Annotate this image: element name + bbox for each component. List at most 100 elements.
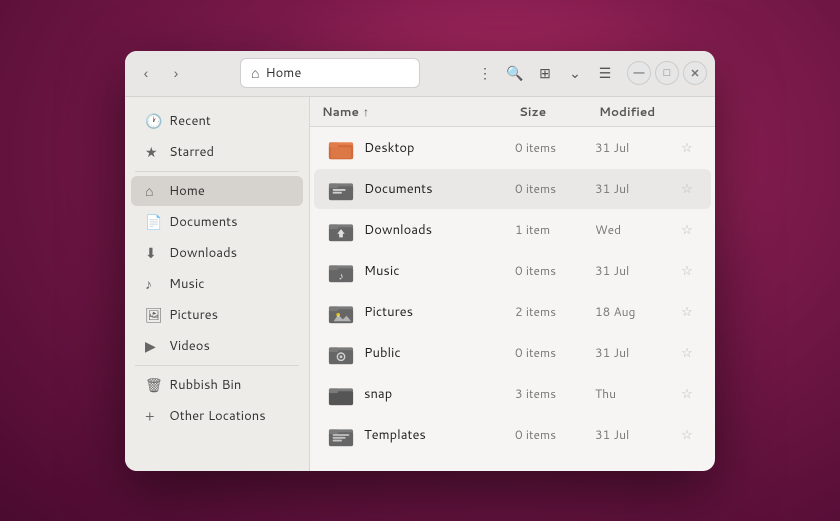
star-icon[interactable]: ☆ (675, 180, 699, 198)
file-modified: 31 Jul (595, 344, 675, 361)
table-row[interactable]: Documents 0 items 31 Jul ☆ (314, 169, 711, 209)
back-button[interactable]: ‹ (133, 60, 159, 86)
address-bar[interactable]: ⌂ Home (240, 58, 420, 88)
address-path: Home (265, 64, 301, 82)
close-button[interactable]: ✕ (683, 61, 707, 85)
folder-icon-wrap (326, 338, 356, 368)
content-area: Name ↑ Size Modified (310, 97, 715, 471)
sidebar-label-downloads: Downloads (169, 244, 237, 262)
file-size: 3 items (515, 385, 595, 402)
table-row[interactable]: Templates 0 items 31 Jul ☆ (314, 415, 711, 455)
sidebar: 🕐 Recent ★ Starred ⌂ Home 📄 Documents ⬇ (125, 97, 310, 471)
templates-folder-icon (328, 422, 354, 448)
sidebar-label-other: Other Locations (169, 407, 266, 425)
star-icon[interactable]: ☆ (675, 262, 699, 280)
forward-button[interactable]: › (163, 60, 189, 86)
toolbar-buttons: ⋮ 🔍 ⊞ ⌄ ☰ — □ ✕ (471, 59, 707, 87)
documents-folder-icon (328, 176, 354, 202)
titlebar: ‹ › ⌂ Home ⋮ 🔍 ⊞ ⌄ ☰ — □ ✕ (125, 51, 715, 97)
table-row[interactable]: Public 0 items 31 Jul ☆ (314, 333, 711, 373)
recent-icon: 🕐 (145, 111, 161, 131)
sidebar-item-videos[interactable]: ▶ Videos (131, 331, 303, 361)
file-modified: 18 Aug (595, 303, 675, 320)
nav-buttons: ‹ › (133, 60, 189, 86)
sidebar-item-music[interactable]: ♪ Music (131, 269, 303, 299)
pictures-folder-icon (328, 299, 354, 325)
sidebar-item-starred[interactable]: ★ Starred (131, 137, 303, 167)
file-manager-window: ‹ › ⌂ Home ⋮ 🔍 ⊞ ⌄ ☰ — □ ✕ � (125, 51, 715, 471)
file-size: 1 item (515, 221, 595, 238)
view-dropdown-button[interactable]: ⌄ (561, 59, 589, 87)
snap-folder-icon (328, 381, 354, 407)
maximize-button[interactable]: □ (655, 61, 679, 85)
window-controls: — □ ✕ (627, 61, 707, 85)
address-area: ⌂ Home (193, 58, 467, 88)
file-size: 0 items (515, 426, 595, 443)
col-name-header[interactable]: Name ↑ (322, 103, 519, 120)
folder-icon-wrap (326, 420, 356, 450)
rubbish-icon: 🗑 (145, 375, 161, 395)
table-row[interactable]: Desktop 0 items 31 Jul ☆ (314, 128, 711, 168)
sidebar-item-rubbish[interactable]: 🗑 Rubbish Bin (131, 370, 303, 400)
sidebar-label-home: Home (169, 182, 205, 200)
star-icon[interactable]: ☆ (675, 344, 699, 362)
star-icon[interactable]: ☆ (675, 221, 699, 239)
folder-icon-wrap (326, 297, 356, 327)
star-icon[interactable]: ☆ (675, 303, 699, 321)
view-list-button[interactable]: ☰ (591, 59, 619, 87)
sidebar-label-documents: Documents (169, 213, 238, 231)
sidebar-item-recent[interactable]: 🕐 Recent (131, 106, 303, 136)
sidebar-label-starred: Starred (169, 143, 214, 161)
sidebar-label-videos: Videos (169, 337, 210, 355)
view-grid-button[interactable]: ⊞ (531, 59, 559, 87)
sidebar-label-rubbish: Rubbish Bin (169, 376, 241, 394)
sidebar-item-documents[interactable]: 📄 Documents (131, 207, 303, 237)
music-folder-icon: ♪ (328, 258, 354, 284)
music-icon: ♪ (145, 274, 161, 294)
sidebar-label-music: Music (169, 275, 205, 293)
file-list: Desktop 0 items 31 Jul ☆ (310, 127, 715, 471)
folder-icon-wrap: ♪ (326, 256, 356, 286)
folder-icon-wrap (326, 133, 356, 163)
home-icon: ⌂ (251, 63, 259, 83)
sort-indicator: ↑ (363, 103, 369, 120)
file-name: Documents (364, 180, 515, 198)
sidebar-item-home[interactable]: ⌂ Home (131, 176, 303, 206)
other-icon: + (145, 406, 161, 426)
more-options-button[interactable]: ⋮ (471, 59, 499, 87)
file-modified: 31 Jul (595, 262, 675, 279)
file-size: 0 items (515, 180, 595, 197)
col-size-header: Size (519, 103, 599, 120)
table-row[interactable]: ♪ Music 0 items 31 Jul ☆ (314, 251, 711, 291)
column-headers: Name ↑ Size Modified (310, 97, 715, 127)
sidebar-item-downloads[interactable]: ⬇ Downloads (131, 238, 303, 268)
file-name: Pictures (364, 303, 515, 321)
pictures-icon: 🖼 (145, 305, 161, 325)
table-row[interactable]: Pictures 2 items 18 Aug ☆ (314, 292, 711, 332)
folder-icon-wrap (326, 215, 356, 245)
file-size: 0 items (515, 139, 595, 156)
sidebar-separator-2 (135, 365, 299, 366)
table-row[interactable]: snap 3 items Thu ☆ (314, 374, 711, 414)
file-name: Desktop (364, 139, 515, 157)
file-name: Templates (364, 426, 515, 444)
star-icon[interactable]: ☆ (675, 139, 699, 157)
svg-text:♪: ♪ (338, 269, 343, 283)
star-icon[interactable]: ☆ (675, 385, 699, 403)
file-name: snap (364, 385, 515, 403)
starred-icon: ★ (145, 142, 161, 162)
videos-icon: ▶ (145, 336, 161, 356)
search-button[interactable]: 🔍 (501, 59, 529, 87)
minimize-button[interactable]: — (627, 61, 651, 85)
folder-icon-wrap (326, 379, 356, 409)
main-area: 🕐 Recent ★ Starred ⌂ Home 📄 Documents ⬇ (125, 97, 715, 471)
sidebar-item-other[interactable]: + Other Locations (131, 401, 303, 431)
star-icon[interactable]: ☆ (675, 426, 699, 444)
file-size: 2 items (515, 303, 595, 320)
folder-icon-wrap (326, 174, 356, 204)
sidebar-item-pictures[interactable]: 🖼 Pictures (131, 300, 303, 330)
table-row[interactable]: Downloads 1 item Wed ☆ (314, 210, 711, 250)
file-size: 0 items (515, 262, 595, 279)
sidebar-label-recent: Recent (169, 112, 211, 130)
downloads-icon: ⬇ (145, 243, 161, 263)
